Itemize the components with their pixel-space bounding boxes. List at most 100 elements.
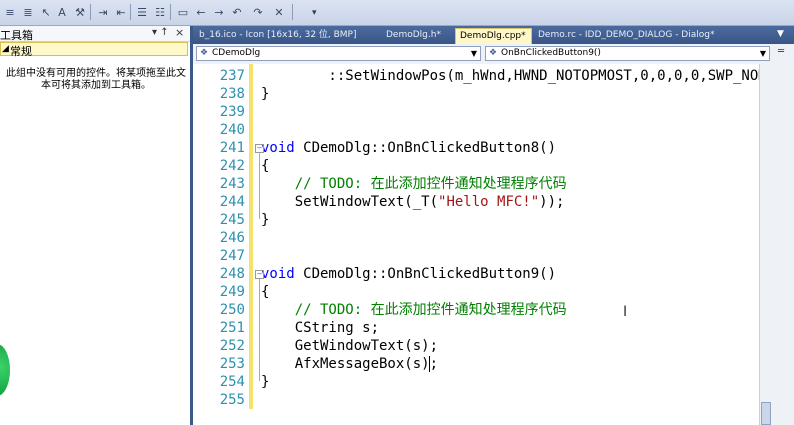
code-body: } bbox=[261, 374, 270, 390]
toolbox-empty-message: 此组中没有可用的控件。将某项拖至此文 本可将其添加到工具箱。 bbox=[4, 68, 188, 92]
toolbox-empty-line-1: 此组中没有可用的控件。将某项拖至此文 bbox=[6, 68, 186, 79]
pointer-icon[interactable]: ↖ bbox=[38, 4, 54, 20]
line-number: 241 bbox=[219, 140, 245, 156]
code-text: } bbox=[261, 85, 269, 103]
clear-bookmark-icon[interactable]: ✕ bbox=[271, 4, 287, 20]
toolbox-empty-line-2: 本可将其添加到工具箱。 bbox=[41, 80, 151, 91]
code-tail: )); bbox=[539, 194, 565, 210]
uncomment-icon[interactable]: ☷ bbox=[152, 4, 168, 20]
line-number: 238 bbox=[219, 86, 245, 102]
indent-icon[interactable]: ⇥ bbox=[95, 4, 111, 20]
collapse-outline-icon[interactable]: − bbox=[255, 144, 264, 153]
code-line[interactable]: 254} bbox=[193, 373, 759, 391]
text-icon[interactable]: A bbox=[54, 4, 70, 20]
code-body: SetWindowText(_T( bbox=[261, 194, 439, 210]
scrollbar-thumb[interactable] bbox=[761, 402, 771, 425]
toolbar-overflow-icon[interactable]: ▾ bbox=[312, 8, 317, 18]
code-body: CDemoDlg::OnBnClickedButton8() bbox=[294, 140, 557, 156]
tab-demodlg-cpp[interactable]: DemoDlg.cpp* bbox=[455, 28, 532, 44]
member-combo[interactable]: ❖ OnBnClickedButton9() ▼ bbox=[485, 46, 770, 61]
close-icon[interactable]: × bbox=[175, 26, 184, 39]
collapse-icon[interactable]: ◢ bbox=[2, 44, 9, 54]
code-body: AfxMessageBox(s); bbox=[261, 356, 439, 372]
code-body: ::SetWindowPos(m_hWnd,HWND_NOTOPMOST,0,0… bbox=[261, 68, 759, 84]
code-string: "Hello MFC!" bbox=[438, 194, 540, 210]
toolbox-title: 工具箱 bbox=[0, 29, 33, 42]
tab-demo-rc[interactable]: Demo.rc - IDD_DEMO_DIALOG - Dialog* bbox=[538, 28, 714, 44]
tab-demodlg-h[interactable]: DemoDlg.h* bbox=[386, 28, 441, 44]
tab-list-dropdown-icon[interactable]: ▼ bbox=[777, 29, 784, 39]
format-icon[interactable]: ≣ bbox=[20, 4, 36, 20]
code-line[interactable]: 246 bbox=[193, 229, 759, 247]
line-number: 246 bbox=[219, 230, 245, 246]
outdent-icon[interactable]: ⇤ bbox=[113, 4, 129, 20]
code-body: GetWindowText(s); bbox=[261, 338, 439, 354]
tab-icon-file[interactable]: b_16.ico - Icon [16x16, 32 位, BMP] bbox=[199, 28, 357, 44]
code-body: CString s; bbox=[261, 320, 380, 336]
line-number: 247 bbox=[219, 248, 245, 264]
code-body: { bbox=[261, 284, 270, 300]
code-body: CDemoDlg::OnBnClickedButton9() bbox=[294, 266, 557, 282]
code-navigation-bar: ❖ CDemoDlg ▼ ❖ OnBnClickedButton9() ▼ bbox=[193, 44, 794, 65]
line-number: 240 bbox=[219, 122, 245, 138]
code-text: { bbox=[261, 157, 269, 175]
class-combo-value: CDemoDlg bbox=[212, 48, 261, 58]
code-line[interactable]: 245} bbox=[193, 211, 759, 229]
code-line[interactable]: 251 CString s; bbox=[193, 319, 759, 337]
code-body: } bbox=[261, 212, 270, 228]
code-line[interactable]: 253 AfxMessageBox(s); bbox=[193, 355, 759, 373]
tool-icon[interactable]: ⚒ bbox=[72, 4, 88, 20]
pin-icon[interactable]: ▾ ↑ bbox=[152, 27, 169, 38]
code-line[interactable]: 237 ::SetWindowPos(m_hWnd,HWND_NOTOPMOST… bbox=[193, 67, 759, 85]
code-text: void CDemoDlg::OnBnClickedButton9() bbox=[261, 265, 556, 283]
code-body: } bbox=[261, 86, 270, 102]
code-line[interactable]: 247 bbox=[193, 247, 759, 265]
toolbar-separator bbox=[170, 4, 171, 20]
code-keyword: void bbox=[261, 140, 295, 156]
line-number: 242 bbox=[219, 158, 245, 174]
code-keyword: void bbox=[261, 266, 295, 282]
code-line[interactable]: 240 bbox=[193, 121, 759, 139]
class-combo[interactable]: ❖ CDemoDlg ▼ bbox=[196, 46, 481, 61]
outline-guide bbox=[259, 153, 260, 219]
code-line[interactable]: 255 bbox=[193, 391, 759, 409]
align-icon[interactable]: ≡ bbox=[2, 4, 18, 20]
code-line[interactable]: 244 SetWindowText(_T("Hello MFC!")); bbox=[193, 193, 759, 211]
line-number: 254 bbox=[219, 374, 245, 390]
chevron-down-icon[interactable]: ▼ bbox=[760, 47, 766, 60]
split-window-icon[interactable]: ═ bbox=[778, 46, 790, 60]
next-bookmark-icon[interactable]: → bbox=[211, 4, 227, 20]
line-number: 248 bbox=[219, 266, 245, 282]
code-text: void CDemoDlg::OnBnClickedButton8() bbox=[261, 139, 556, 157]
collapse-outline-icon[interactable]: − bbox=[255, 270, 264, 279]
code-comment: // TODO: 在此添加控件通知处理程序代码 bbox=[261, 176, 567, 192]
document-tabs: b_16.ico - Icon [16x16, 32 位, BMP] DemoD… bbox=[193, 26, 794, 44]
floating-green-button[interactable] bbox=[0, 344, 10, 396]
next-folder-icon[interactable]: ↷ bbox=[250, 4, 266, 20]
code-line[interactable]: 238} bbox=[193, 85, 759, 103]
code-line[interactable]: 241 void CDemoDlg::OnBnClickedButton8() bbox=[193, 139, 759, 157]
code-line[interactable]: 243 // TODO: 在此添加控件通知处理程序代码 bbox=[193, 175, 759, 193]
code-line[interactable]: 250 // TODO: 在此添加控件通知处理程序代码 bbox=[193, 301, 759, 319]
prev-folder-icon[interactable]: ↶ bbox=[229, 4, 245, 20]
toolbox-group-label: 常规 bbox=[10, 45, 32, 58]
toolbox-group-general[interactable]: ◢ 常规 bbox=[0, 42, 188, 58]
chevron-down-icon[interactable]: ▼ bbox=[471, 47, 477, 60]
code-line[interactable]: 248 void CDemoDlg::OnBnClickedButton9() bbox=[193, 265, 759, 283]
code-editor[interactable]: I 237 ::SetWindowPos(m_hWnd,HWND_NOTOPMO… bbox=[193, 64, 759, 425]
editor-toolbar: ≡ ≣ ↖ A ⚒ ⇥ ⇤ ☰ ☷ ▭ ← → ↶ ↷ ✕ ▾ bbox=[0, 0, 794, 26]
prev-bookmark-icon[interactable]: ← bbox=[193, 4, 209, 20]
code-line[interactable]: 242 { bbox=[193, 157, 759, 175]
comment-icon[interactable]: ☰ bbox=[134, 4, 150, 20]
code-line[interactable]: 249 { bbox=[193, 283, 759, 301]
toolbox-header: 工具箱 ▾ ↑ × bbox=[0, 26, 190, 42]
code-line[interactable]: 252 GetWindowText(s); bbox=[193, 337, 759, 355]
outline-guide bbox=[259, 279, 260, 381]
bookmark-icon[interactable]: ▭ bbox=[175, 4, 191, 20]
code-text: // TODO: 在此添加控件通知处理程序代码 bbox=[261, 301, 567, 319]
line-number: 253 bbox=[219, 356, 245, 372]
toolbox-panel: 工具箱 ▾ ↑ × ◢ 常规 此组中没有可用的控件。将某项拖至此文 本可将其添加… bbox=[0, 26, 193, 425]
toolbar-separator bbox=[90, 4, 91, 20]
code-line[interactable]: 239 bbox=[193, 103, 759, 121]
code-text: AfxMessageBox(s); bbox=[261, 355, 438, 373]
